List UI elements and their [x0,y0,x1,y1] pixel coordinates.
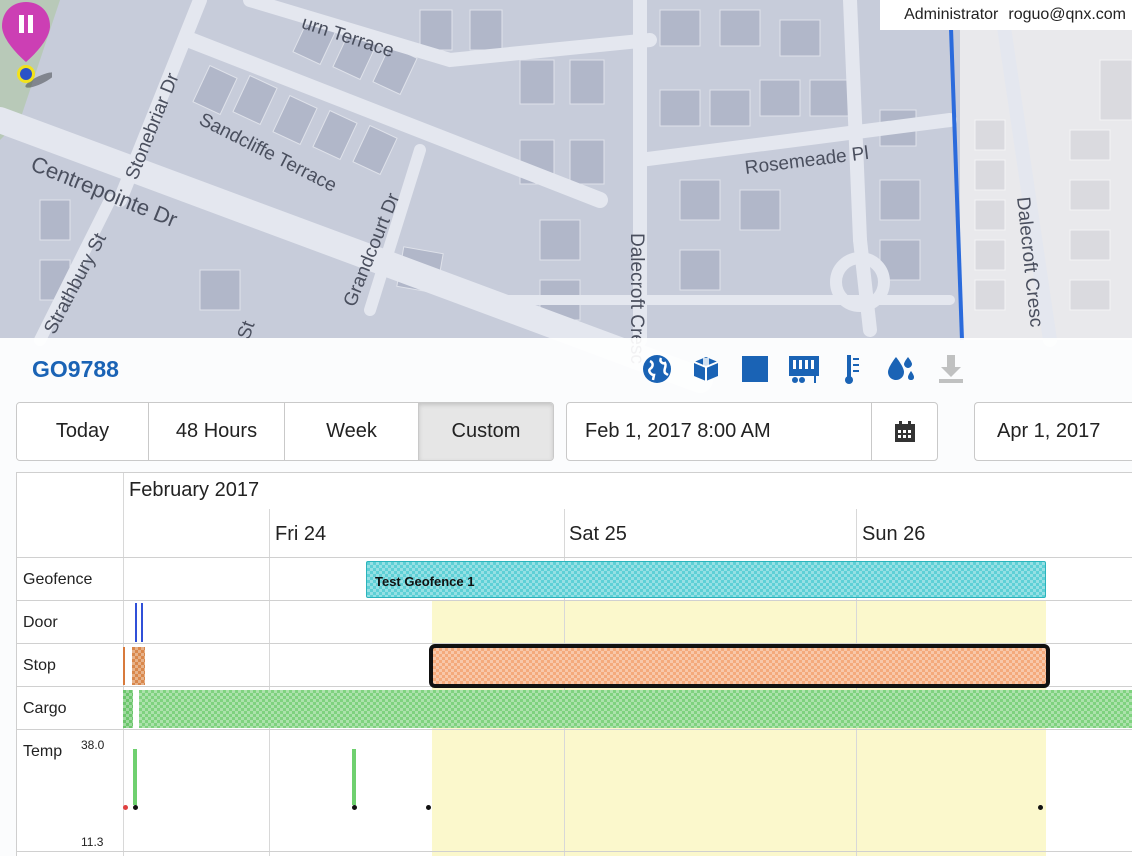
temp-point[interactable] [133,805,138,810]
asset-title: GO9788 [32,356,119,382]
temp-point[interactable] [1038,805,1043,810]
tab-week[interactable]: Week [285,403,419,460]
thermometer-icon[interactable] [836,352,870,386]
stop-bar-selected[interactable] [429,644,1050,688]
cargo-event[interactable] [123,690,133,728]
row-divider [17,729,1132,730]
door-event[interactable] [141,603,143,642]
end-date-input[interactable] [975,403,1132,460]
geofence-bar-label: Test Geofence 1 [375,574,475,589]
row-divider [17,851,1132,852]
month-label: February 2017 [129,479,260,501]
selected-range-highlight [432,600,1046,856]
package-icon[interactable] [689,352,723,386]
stop-event[interactable] [123,647,125,685]
user-role: Administrator [904,6,999,23]
calendar-icon [894,420,915,442]
event-timeline[interactable]: February 2017 Fri 24 Sat 25 Sun 26 Geofe… [16,472,1132,856]
start-date-field [566,402,938,461]
temp-max-label: 38.0 [81,738,105,752]
map-pin-icon[interactable] [0,0,52,92]
row-label-temp: Temp [23,743,63,760]
square-icon[interactable] [738,352,772,386]
toolbar [640,352,983,386]
row-label-cargo: Cargo [23,700,67,717]
day-label: Sun 26 [862,523,926,545]
temp-point[interactable] [123,805,128,810]
end-date-field [974,402,1132,461]
temp-reading[interactable] [133,749,137,805]
user-email[interactable]: roguo@qnx.com [1008,6,1126,24]
day-label: Sat 25 [569,523,627,545]
door-event[interactable] [135,603,137,642]
row-label-stop: Stop [23,657,56,674]
trailer-icon[interactable] [787,352,821,386]
humidity-icon[interactable] [885,352,919,386]
row-label-geofence: Geofence [23,571,93,588]
day-label: Fri 24 [275,523,327,545]
row-divider [17,600,1132,601]
start-calendar-button[interactable] [871,403,937,460]
globe-icon[interactable] [640,352,674,386]
temp-min-label: 11.3 [81,835,104,849]
download-icon[interactable] [934,352,968,386]
start-date-input[interactable] [567,403,871,460]
temp-point[interactable] [352,805,357,810]
user-bar: Administrator roguo@qnx.com [880,0,1132,30]
stop-event[interactable] [132,647,145,685]
temp-reading[interactable] [352,749,356,805]
tab-custom[interactable]: Custom [419,403,553,460]
temp-point[interactable] [426,805,431,810]
day-gridline [269,509,270,856]
geofence-bar[interactable]: Test Geofence 1 [366,561,1046,598]
row-divider [17,557,1132,558]
asset-panel: GO9788 Today 48 Hours Week Custom Feb 1,… [0,338,1132,856]
tab-today[interactable]: Today [17,403,149,460]
row-label-door: Door [23,614,58,631]
cargo-bar[interactable] [139,690,1132,728]
tab-48-hours[interactable]: 48 Hours [149,403,285,460]
range-tabs: Today 48 Hours Week Custom [16,402,554,461]
